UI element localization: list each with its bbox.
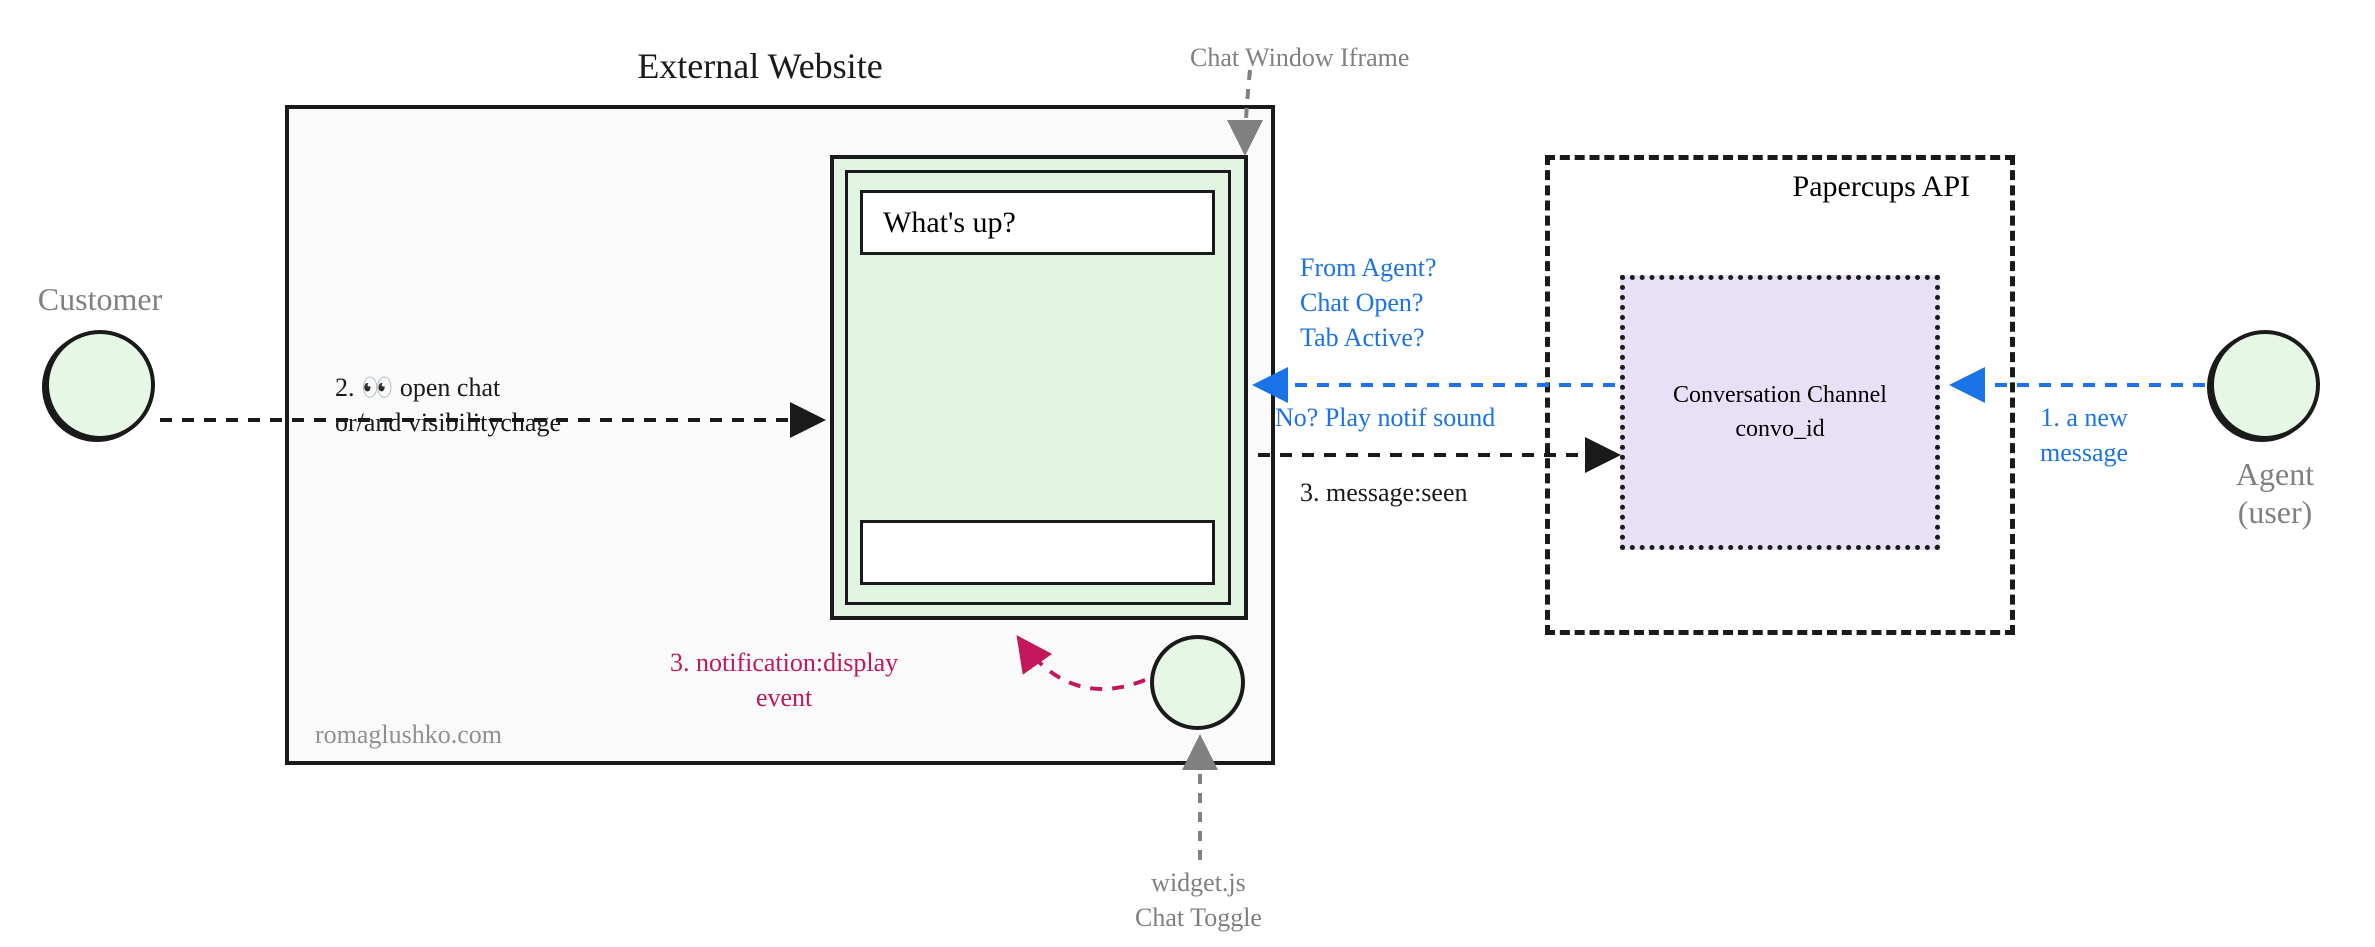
customer-actor xyxy=(45,330,155,440)
chat-message-text: What's up? xyxy=(883,206,1016,240)
conversation-channel: Conversation Channel convo_id xyxy=(1620,275,1940,550)
toggle-pointer-label: widget.js Chat Toggle xyxy=(1135,865,1262,935)
step3-notif-label: 3. notification:display event xyxy=(670,645,898,715)
api-title: Papercups API xyxy=(1793,170,1970,204)
channel-line2: convo_id xyxy=(1735,413,1824,447)
chat-toggle xyxy=(1150,635,1245,730)
agent-label: Agent (user) xyxy=(2190,455,2360,532)
chat-input-box xyxy=(860,520,1215,585)
step1-label: 1. a new message xyxy=(2040,400,2128,470)
step2-label: 2. 👀 open chat or/and visibilitychage xyxy=(335,370,561,440)
channel-line1: Conversation Channel xyxy=(1673,379,1887,413)
iframe-pointer-label: Chat Window Iframe xyxy=(1190,40,1409,75)
play-sound-label: No? Play notif sound xyxy=(1275,400,1495,435)
step3-seen-label: 3. message:seen xyxy=(1300,475,1468,510)
checks-label: From Agent? Chat Open? Tab Active? xyxy=(1300,250,1437,355)
external-website-title: External Website xyxy=(570,45,950,87)
watermark: romaglushko.com xyxy=(315,720,502,750)
agent-actor xyxy=(2210,330,2320,440)
chat-message-box: What's up? xyxy=(860,190,1215,255)
customer-label: Customer xyxy=(20,280,180,318)
